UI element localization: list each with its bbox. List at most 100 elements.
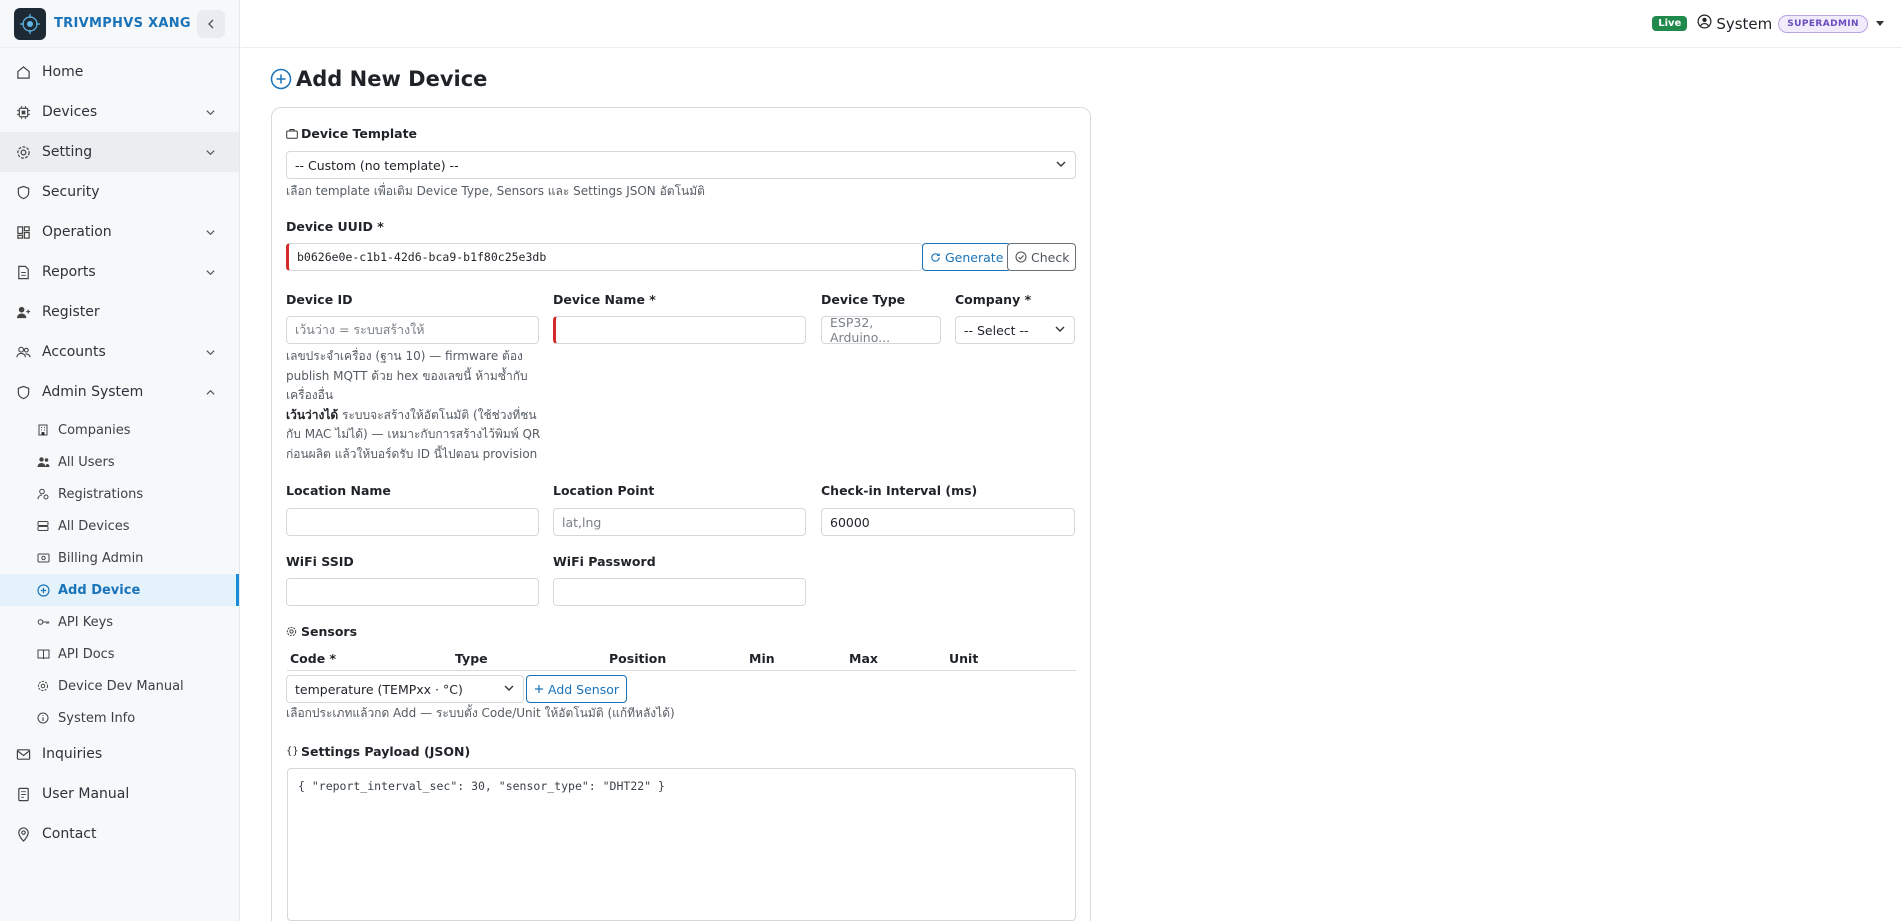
chevron-left-icon bbox=[208, 19, 214, 28]
sensors-table-header: Code * Type Position Min Max Unit bbox=[287, 651, 1076, 671]
wifi-password-label: WiFi Password bbox=[553, 554, 656, 569]
sidebar-item-label: Security bbox=[42, 184, 100, 200]
sidebar-item-accounts[interactable]: Accounts bbox=[0, 332, 239, 372]
sidebar-item-home[interactable]: Home bbox=[0, 52, 239, 92]
column-header-unit: Unit bbox=[949, 651, 979, 666]
key-icon bbox=[36, 615, 50, 629]
company-label: Company * bbox=[955, 292, 1032, 307]
add-sensor-button[interactable]: Add Sensor bbox=[526, 675, 628, 703]
checkin-interval-input[interactable]: 60000 bbox=[821, 508, 1075, 536]
pin-icon bbox=[14, 825, 32, 843]
sidebar-item-contact[interactable]: Contact bbox=[0, 814, 239, 854]
caret-down-icon bbox=[1876, 21, 1884, 26]
page-title: Add New Device bbox=[270, 67, 487, 91]
chevron-down-icon bbox=[203, 145, 217, 159]
sidebar-item-label: Devices bbox=[42, 104, 98, 120]
device-type-input[interactable]: ESP32, Arduino... bbox=[821, 315, 941, 345]
sensors-label: Sensors bbox=[286, 624, 357, 639]
gear-icon bbox=[286, 626, 298, 638]
plus-icon bbox=[534, 684, 544, 694]
sidebar-item-device-dev-manual[interactable]: Device Dev Manual bbox=[0, 670, 239, 702]
sidebar-item-label: User Manual bbox=[42, 786, 130, 802]
sidebar-item-admin-system[interactable]: Admin System bbox=[0, 372, 239, 412]
device-type-label: Device Type bbox=[821, 292, 906, 307]
sidebar-item-operation[interactable]: Operation bbox=[0, 212, 239, 252]
brand-logo[interactable] bbox=[14, 7, 46, 40]
sensor-type-select[interactable]: temperature (TEMPxx · °C) bbox=[286, 675, 524, 703]
role-badge: SUPERADMIN bbox=[1778, 14, 1868, 33]
sidebar-item-label: Add Device bbox=[58, 582, 141, 598]
user-name: System bbox=[1716, 14, 1773, 33]
sidebar-item-label: Billing Admin bbox=[58, 550, 144, 566]
chevron-down-icon bbox=[203, 225, 217, 239]
user-circle-icon bbox=[1697, 14, 1712, 33]
sidebar-item-companies[interactable]: Companies bbox=[0, 414, 239, 446]
user-menu[interactable]: System SUPERADMIN bbox=[1697, 14, 1884, 33]
building-icon bbox=[36, 423, 50, 437]
sidebar-item-devices[interactable]: Devices bbox=[0, 92, 239, 132]
braces-icon: {} bbox=[286, 746, 299, 757]
chevron-down-icon bbox=[503, 682, 515, 697]
sidebar-item-register[interactable]: Register bbox=[0, 292, 239, 332]
sidebar-item-label: API Keys bbox=[58, 614, 114, 630]
sidebar-item-label: Companies bbox=[58, 422, 131, 438]
device-id-input[interactable]: เว้นว่าง = ระบบสร้างให้ bbox=[286, 316, 539, 344]
sidebar-item-all-devices[interactable]: All Devices bbox=[0, 510, 239, 542]
device-id-help: เลขประจำเครื่อง (ฐาน 10) — firmware ต้อง… bbox=[286, 349, 541, 461]
column-header-max: Max bbox=[849, 651, 878, 666]
live-status-badge: Live bbox=[1652, 16, 1688, 31]
gear-icon bbox=[36, 679, 50, 693]
device-name-label: Device Name * bbox=[553, 292, 656, 307]
chevron-down-icon bbox=[1055, 158, 1067, 173]
sidebar-collapse-button[interactable] bbox=[197, 9, 225, 38]
page-title-text: Add New Device bbox=[296, 67, 488, 91]
device-template-help: เลือก template เพื่อเติม Device Type, Se… bbox=[286, 184, 705, 198]
info-icon bbox=[36, 711, 50, 725]
device-template-select[interactable]: -- Custom (no template) -- bbox=[286, 151, 1076, 179]
sidebar-item-system-info[interactable]: System Info bbox=[0, 702, 239, 734]
sidebar-item-label: All Devices bbox=[58, 518, 130, 534]
chevron-down-icon bbox=[203, 265, 217, 279]
sidebar-item-billing-admin[interactable]: Billing Admin bbox=[0, 542, 239, 574]
sidebar-item-security[interactable]: Security bbox=[0, 172, 239, 212]
sidebar-item-api-docs[interactable]: API Docs bbox=[0, 638, 239, 670]
location-name-input[interactable] bbox=[286, 508, 539, 536]
chevron-down-icon bbox=[1054, 323, 1066, 338]
shield-icon bbox=[14, 383, 32, 401]
wifi-ssid-label: WiFi SSID bbox=[286, 554, 354, 569]
sidebar-item-label: Reports bbox=[42, 264, 96, 280]
sidebar-nav: Home Devices Setting Security Operation … bbox=[0, 48, 239, 854]
admin-submenu: Companies All Users Registrations All De… bbox=[0, 412, 239, 734]
sidebar-item-add-device[interactable]: Add Device bbox=[0, 574, 239, 606]
report-icon bbox=[14, 263, 32, 281]
sidebar-item-label: Home bbox=[42, 64, 84, 80]
location-name-label: Location Name bbox=[286, 483, 391, 498]
location-point-input[interactable]: lat,lng bbox=[553, 508, 806, 536]
chevron-down-icon bbox=[203, 345, 217, 359]
wifi-password-input[interactable] bbox=[553, 578, 806, 606]
sidebar-item-setting[interactable]: Setting bbox=[0, 132, 239, 172]
sidebar-item-label: Setting bbox=[42, 144, 93, 160]
check-uuid-button[interactable]: Check bbox=[1007, 243, 1076, 271]
sidebar: TRIVMPHVS XANG Home Devices Setting Secu… bbox=[0, 0, 240, 921]
sidebar-item-api-keys[interactable]: API Keys bbox=[0, 606, 239, 638]
device-name-input[interactable] bbox=[553, 316, 806, 344]
device-uuid-input[interactable]: b0626e0e-c1b1-42d6-bca9-b1f80c25e3db bbox=[286, 243, 923, 271]
sidebar-item-reports[interactable]: Reports bbox=[0, 252, 239, 292]
sidebar-item-user-manual[interactable]: User Manual bbox=[0, 774, 239, 814]
plus-circle-icon bbox=[270, 68, 292, 90]
generate-uuid-button[interactable]: Generate bbox=[922, 243, 1012, 271]
sidebar-item-all-users[interactable]: All Users bbox=[0, 446, 239, 478]
brand-name: TRIVMPHVS XANG bbox=[54, 16, 191, 31]
sidebar-item-inquiries[interactable]: Inquiries bbox=[0, 734, 239, 774]
sidebar-item-label: All Users bbox=[58, 454, 115, 470]
company-select[interactable]: -- Select -- bbox=[955, 316, 1075, 344]
shield-icon bbox=[14, 183, 32, 201]
sidebar-item-registrations[interactable]: Registrations bbox=[0, 478, 239, 510]
device-id-label: Device ID bbox=[286, 292, 353, 307]
brand: TRIVMPHVS XANG bbox=[0, 0, 239, 48]
book-icon bbox=[36, 647, 50, 661]
settings-payload-textarea[interactable]: { "report_interval_sec": 30, "sensor_typ… bbox=[287, 768, 1076, 921]
wifi-ssid-input[interactable] bbox=[286, 578, 539, 606]
sidebar-item-label: Accounts bbox=[42, 344, 106, 360]
